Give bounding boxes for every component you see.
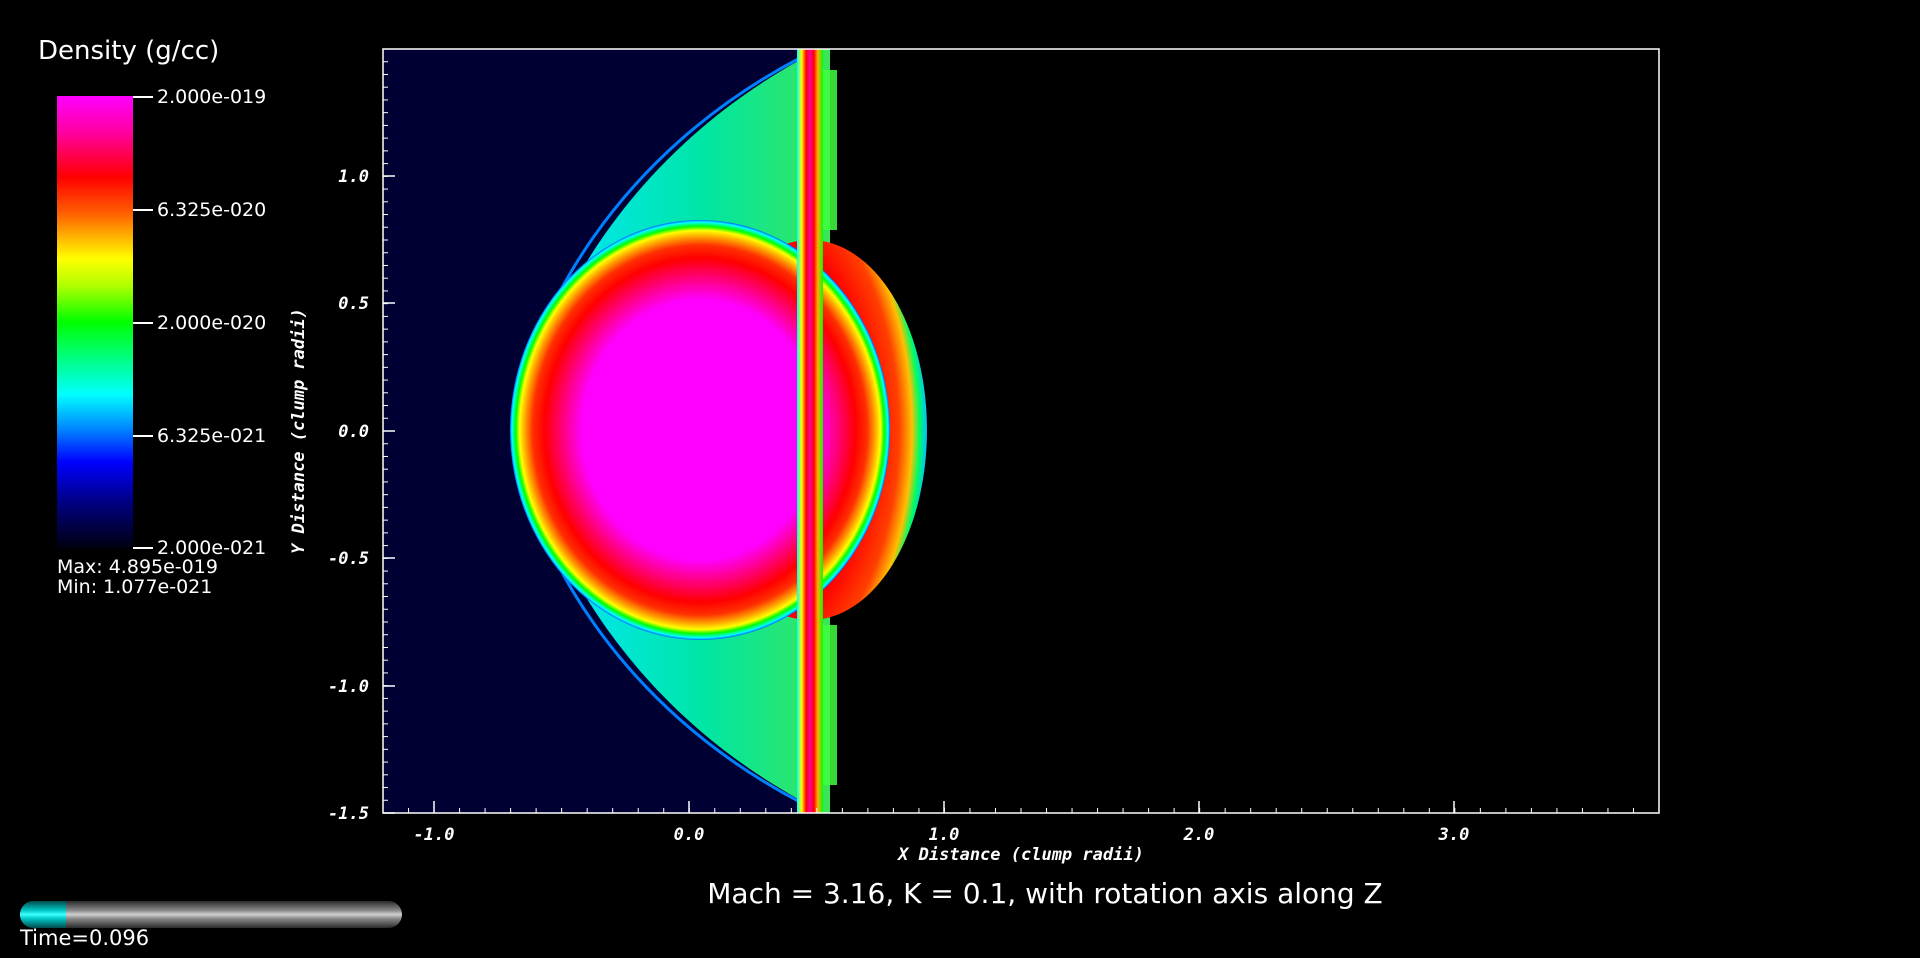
y-tick-label: -1.5 <box>328 804 369 824</box>
dense-clump <box>510 220 890 640</box>
x-tick-label: 3.0 <box>1438 825 1470 845</box>
y-tick-label: -0.5 <box>328 549 369 569</box>
visit-window-canvas: Density (g/cc) 2.000e-019 6.325e-020 2.0… <box>0 0 1920 958</box>
x-tick-label: 2.0 <box>1183 825 1215 845</box>
y-tick-label: 0.5 <box>338 294 369 314</box>
y-tick-label: 1.0 <box>338 167 369 187</box>
time-slider-fill[interactable] <box>20 901 66 928</box>
time-slider-track[interactable] <box>20 901 402 928</box>
density-plot: -1.0 0.0 1.0 2.0 3.0 1.0 0.5 0.0 -0.5 -1… <box>289 48 1660 865</box>
x-tick-label: -1.0 <box>414 825 455 845</box>
time-label: Time=0.096 <box>20 926 150 950</box>
x-tick-label: 0.0 <box>674 825 705 845</box>
dense-stripe <box>797 49 823 813</box>
x-axis-title: X Distance (clump radii) <box>896 845 1144 865</box>
x-tick-label: 1.0 <box>929 825 960 845</box>
y-tick-label: 0.0 <box>338 422 369 442</box>
y-tick-label: -1.0 <box>328 677 369 697</box>
y-axis-title: Y Distance (clump radii) <box>289 308 309 554</box>
